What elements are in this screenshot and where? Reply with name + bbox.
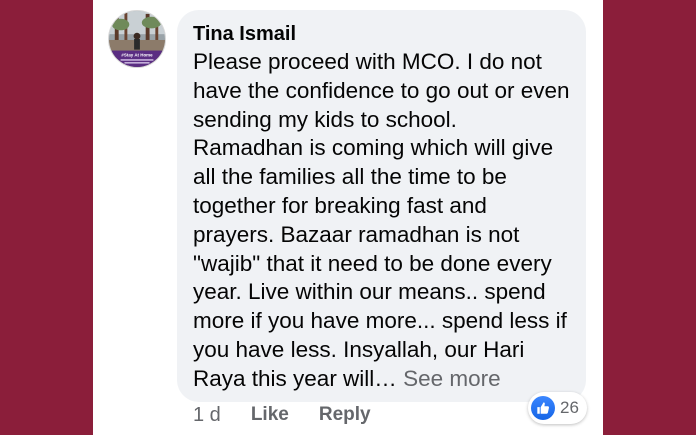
reply-button[interactable]: Reply — [319, 404, 371, 426]
reaction-count: 26 — [560, 398, 579, 417]
comment-body: Please proceed with MCO. I do not have t… — [193, 49, 570, 391]
comment-text: Please proceed with MCO. I do not have t… — [193, 48, 572, 394]
avatar[interactable]: #Stay At Home — [108, 10, 166, 68]
comment-actions: 1 d Like Reply — [193, 400, 371, 430]
avatar-image: #Stay At Home — [109, 11, 165, 67]
see-more-link[interactable]: See more — [403, 366, 501, 391]
comment-bubble: Tina Ismail Please proceed with MCO. I d… — [177, 10, 586, 402]
comment-timestamp[interactable]: 1 d — [193, 404, 221, 427]
reaction-summary[interactable]: 26 — [528, 392, 587, 424]
avatar-caption: #Stay At Home — [121, 52, 153, 57]
comment-author[interactable]: Tina Ismail — [193, 22, 572, 46]
thumbs-up-icon — [531, 396, 555, 420]
like-button[interactable]: Like — [251, 404, 289, 426]
